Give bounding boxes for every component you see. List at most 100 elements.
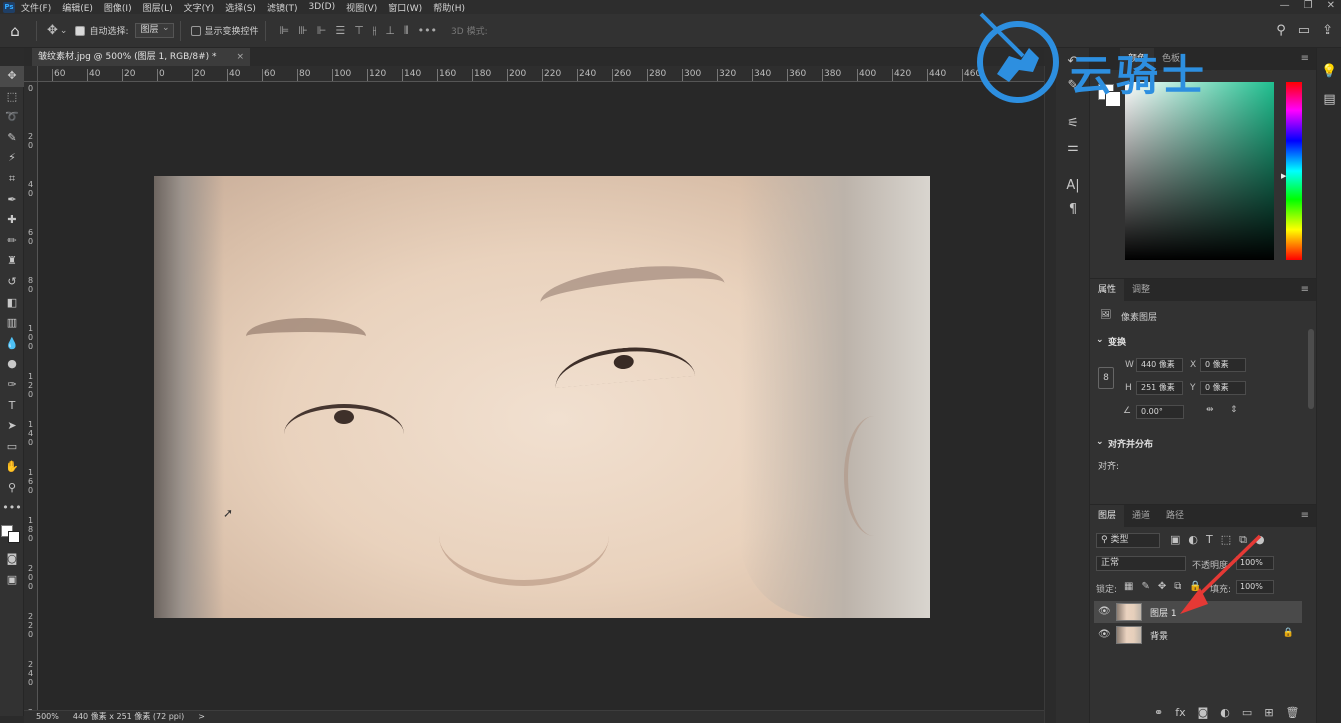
transform-section-label[interactable]: 变换 [1108, 335, 1126, 348]
screen-mode-icon[interactable]: ▣ [0, 570, 24, 591]
auto-select-dropdown[interactable]: 图层 [134, 22, 174, 38]
rectangle-tool-icon[interactable]: ▭ [0, 437, 24, 458]
libraries-icon[interactable]: ▤ [1317, 86, 1341, 114]
move-tool-icon[interactable]: ✥ [0, 66, 24, 87]
align-right-icon[interactable]: ⊩ [317, 24, 327, 38]
align-vcenter-icon[interactable]: ⫲ [373, 24, 377, 38]
path-select-tool-icon[interactable]: ➤ [0, 416, 24, 437]
distribute-h-icon[interactable]: ☰ [335, 24, 345, 38]
align-section-chevron[interactable]: ⌄ [1096, 437, 1104, 447]
canvas-scrollbar[interactable] [1044, 66, 1056, 723]
type-tool-icon[interactable]: T [0, 396, 24, 417]
menu-3d[interactable]: 3D(D) [308, 2, 335, 12]
workspace-icon[interactable]: ▭ [1298, 23, 1310, 38]
search-icon[interactable]: ⚲ [1276, 23, 1286, 38]
menu-file[interactable]: 文件(F) [21, 1, 51, 14]
panel-menu-icon[interactable]: ≡ [1301, 53, 1309, 64]
home-icon[interactable]: ⌂ [0, 22, 30, 40]
menu-image[interactable]: 图像(I) [104, 1, 132, 14]
panel-menu-icon[interactable]: ≡ [1301, 510, 1309, 521]
color-swatches[interactable] [0, 519, 24, 549]
layer-name[interactable]: 背景 [1150, 629, 1168, 642]
show-transform-checkbox[interactable] [190, 25, 201, 36]
learn-lightbulb-icon[interactable]: 💡 [1317, 58, 1341, 86]
hue-slider[interactable] [1286, 82, 1302, 260]
brush-tool-icon[interactable]: ✏ [0, 231, 24, 252]
zoom-tool-icon[interactable]: ⚲ [0, 478, 24, 499]
tab-channels[interactable]: 通道 [1124, 505, 1158, 527]
new-adjustment-icon[interactable]: ◐ [1220, 706, 1230, 719]
hue-slider-handle[interactable]: ▶ [1281, 172, 1286, 180]
align-bottom-icon[interactable]: ⊥ [385, 24, 395, 38]
share-icon[interactable]: ⇪ [1322, 23, 1333, 38]
marquee-tool-icon[interactable]: ⬚ [0, 87, 24, 108]
align-hcenter-icon[interactable]: ⊪ [298, 24, 308, 38]
link-layers-icon[interactable]: ⚭ [1154, 706, 1163, 719]
angle-field[interactable]: 0.00° [1136, 405, 1184, 419]
menu-view[interactable]: 视图(V) [346, 1, 377, 14]
status-expand-chevron[interactable]: > [198, 711, 205, 723]
layer-style-fx-icon[interactable]: fx [1175, 706, 1185, 719]
move-tool-preset-icon[interactable]: ✥ [47, 23, 58, 38]
tab-layers[interactable]: 图层 [1090, 505, 1125, 527]
visibility-eye-icon[interactable]: 👁 [1098, 629, 1111, 640]
crop-tool-icon[interactable]: ⌗ [0, 169, 24, 190]
menu-edit[interactable]: 编辑(E) [62, 1, 93, 14]
pen-tool-icon[interactable]: ✑ [0, 375, 24, 396]
new-layer-icon[interactable]: ⊞ [1264, 706, 1273, 719]
add-mask-icon[interactable]: ◙ [1198, 706, 1209, 719]
menu-window[interactable]: 窗口(W) [388, 1, 422, 14]
brush-settings-icon[interactable]: ⚟ [1056, 112, 1090, 136]
x-field[interactable]: 0 像素 [1200, 358, 1246, 372]
delete-layer-icon[interactable]: 🗑 [1286, 706, 1300, 719]
healing-brush-tool-icon[interactable]: ✚ [0, 210, 24, 231]
height-field[interactable]: 251 像素 [1136, 381, 1183, 395]
menu-filter[interactable]: 滤镜(T) [267, 1, 298, 14]
menu-select[interactable]: 选择(S) [225, 1, 256, 14]
hand-tool-icon[interactable]: ✋ [0, 457, 24, 478]
clone-stamp-tool-icon[interactable]: ♜ [0, 251, 24, 272]
magic-wand-tool-icon[interactable]: ⚡ [0, 148, 24, 169]
gradient-tool-icon[interactable]: ▥ [0, 313, 24, 334]
document-tab[interactable]: 皱纹素材.jpg @ 500% (图层 1, RGB/8#) * × [32, 48, 250, 66]
flip-horizontal-icon[interactable]: ⇹ [1206, 405, 1214, 415]
menu-layer[interactable]: 图层(L) [143, 1, 173, 14]
auto-select-checkbox[interactable] [75, 25, 86, 36]
more-tools-icon[interactable]: ••• [0, 498, 24, 519]
paragraph-icon[interactable]: ¶ [1056, 198, 1090, 222]
lock-pixels-icon[interactable]: ✎ [1141, 581, 1149, 592]
align-left-icon[interactable]: ⊫ [280, 24, 290, 38]
layer-filter-dropdown[interactable]: ⚲ 类型 [1096, 533, 1160, 548]
layer-row[interactable]: 👁 背景 🔒 [1094, 624, 1302, 646]
menu-type[interactable]: 文字(Y) [184, 1, 215, 14]
quick-mask-icon[interactable]: ◙ [0, 549, 24, 570]
panel-menu-icon[interactable]: ≡ [1301, 284, 1309, 295]
color-field[interactable] [1125, 82, 1274, 260]
eraser-tool-icon[interactable]: ◧ [0, 293, 24, 314]
close-tab-icon[interactable]: × [236, 48, 244, 66]
more-options-icon[interactable]: ••• [418, 24, 437, 38]
close-window-icon[interactable]: ✕ [1327, 0, 1335, 11]
history-brush-tool-icon[interactable]: ↺ [0, 272, 24, 293]
properties-scrollbar[interactable] [1308, 329, 1314, 409]
chevron-down-icon[interactable]: ⌄ [60, 26, 68, 36]
tab-paths[interactable]: 路径 [1158, 505, 1192, 527]
lock-transparent-icon[interactable]: ▦ [1124, 581, 1133, 592]
y-field[interactable]: 0 像素 [1200, 381, 1246, 395]
menu-help[interactable]: 帮助(H) [433, 1, 465, 14]
tab-properties[interactable]: 属性 [1090, 279, 1125, 301]
lock-position-icon[interactable]: ✥ [1158, 581, 1166, 592]
zoom-level[interactable]: 500% [36, 711, 59, 723]
background-color-swatch[interactable] [8, 531, 20, 544]
blur-tool-icon[interactable]: 💧 [0, 334, 24, 355]
flip-vertical-icon[interactable]: ⇕ [1230, 405, 1238, 415]
quick-select-tool-icon[interactable]: ✎ [0, 128, 24, 149]
width-field[interactable]: 440 像素 [1136, 358, 1183, 372]
canvas-area[interactable]: ➚ [38, 82, 1044, 710]
link-dimensions-icon[interactable]: 8 [1098, 367, 1114, 389]
transform-section-chevron[interactable]: ⌄ [1096, 335, 1104, 345]
restore-icon[interactable]: ❐ [1304, 0, 1313, 11]
document-image[interactable] [154, 176, 930, 618]
new-group-icon[interactable]: ▭ [1242, 706, 1252, 719]
distribute-v-icon[interactable]: ⫴ [404, 24, 409, 38]
